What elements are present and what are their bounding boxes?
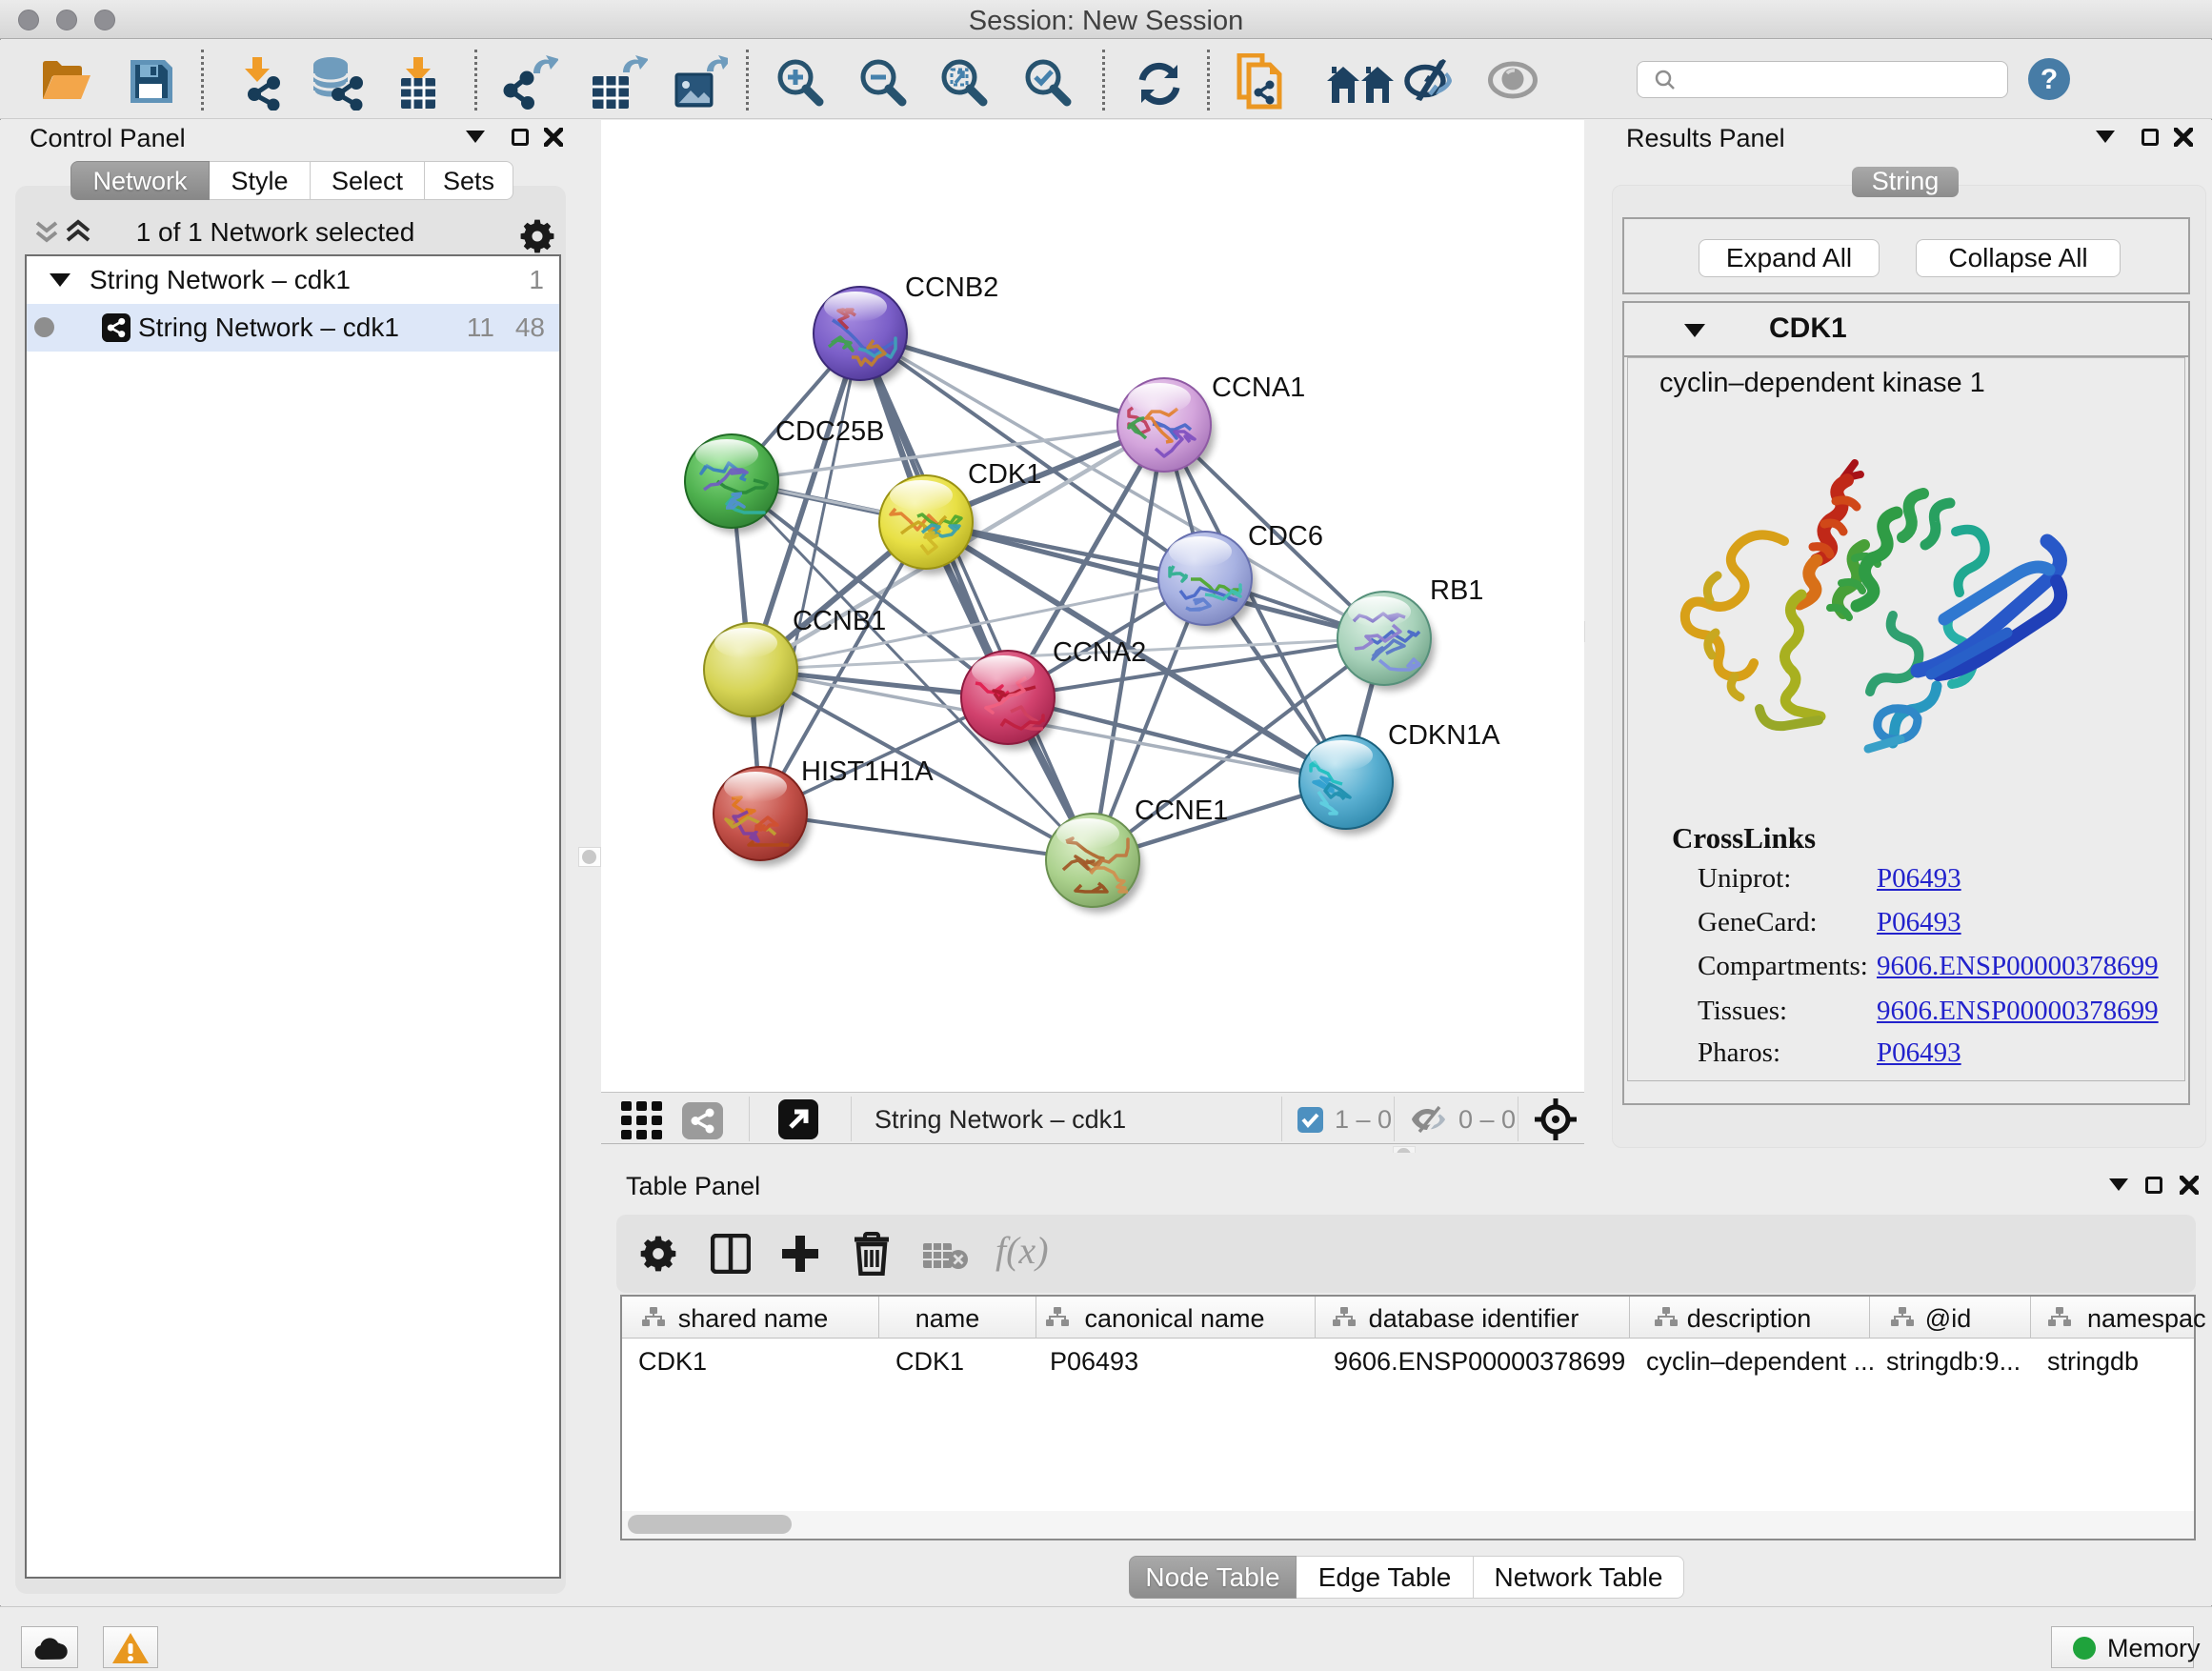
svg-text:RB1: RB1 (1430, 575, 1483, 606)
svg-text:CDC6: CDC6 (1248, 521, 1323, 552)
svg-text:?: ? (2041, 64, 2058, 95)
svg-text:CDKN1A: CDKN1A (1388, 720, 1500, 751)
svg-text:CCNA2: CCNA2 (1053, 637, 1146, 668)
svg-text:CCNB2: CCNB2 (905, 272, 998, 303)
svg-text:CCNE1: CCNE1 (1135, 795, 1228, 826)
svg-text:CCNA1: CCNA1 (1212, 372, 1305, 403)
svg-text:CCNB1: CCNB1 (793, 606, 886, 636)
svg-text:CDC25B: CDC25B (775, 416, 884, 447)
svg-text:CDK1: CDK1 (968, 459, 1041, 490)
svg-text:HIST1H1A: HIST1H1A (801, 756, 934, 787)
